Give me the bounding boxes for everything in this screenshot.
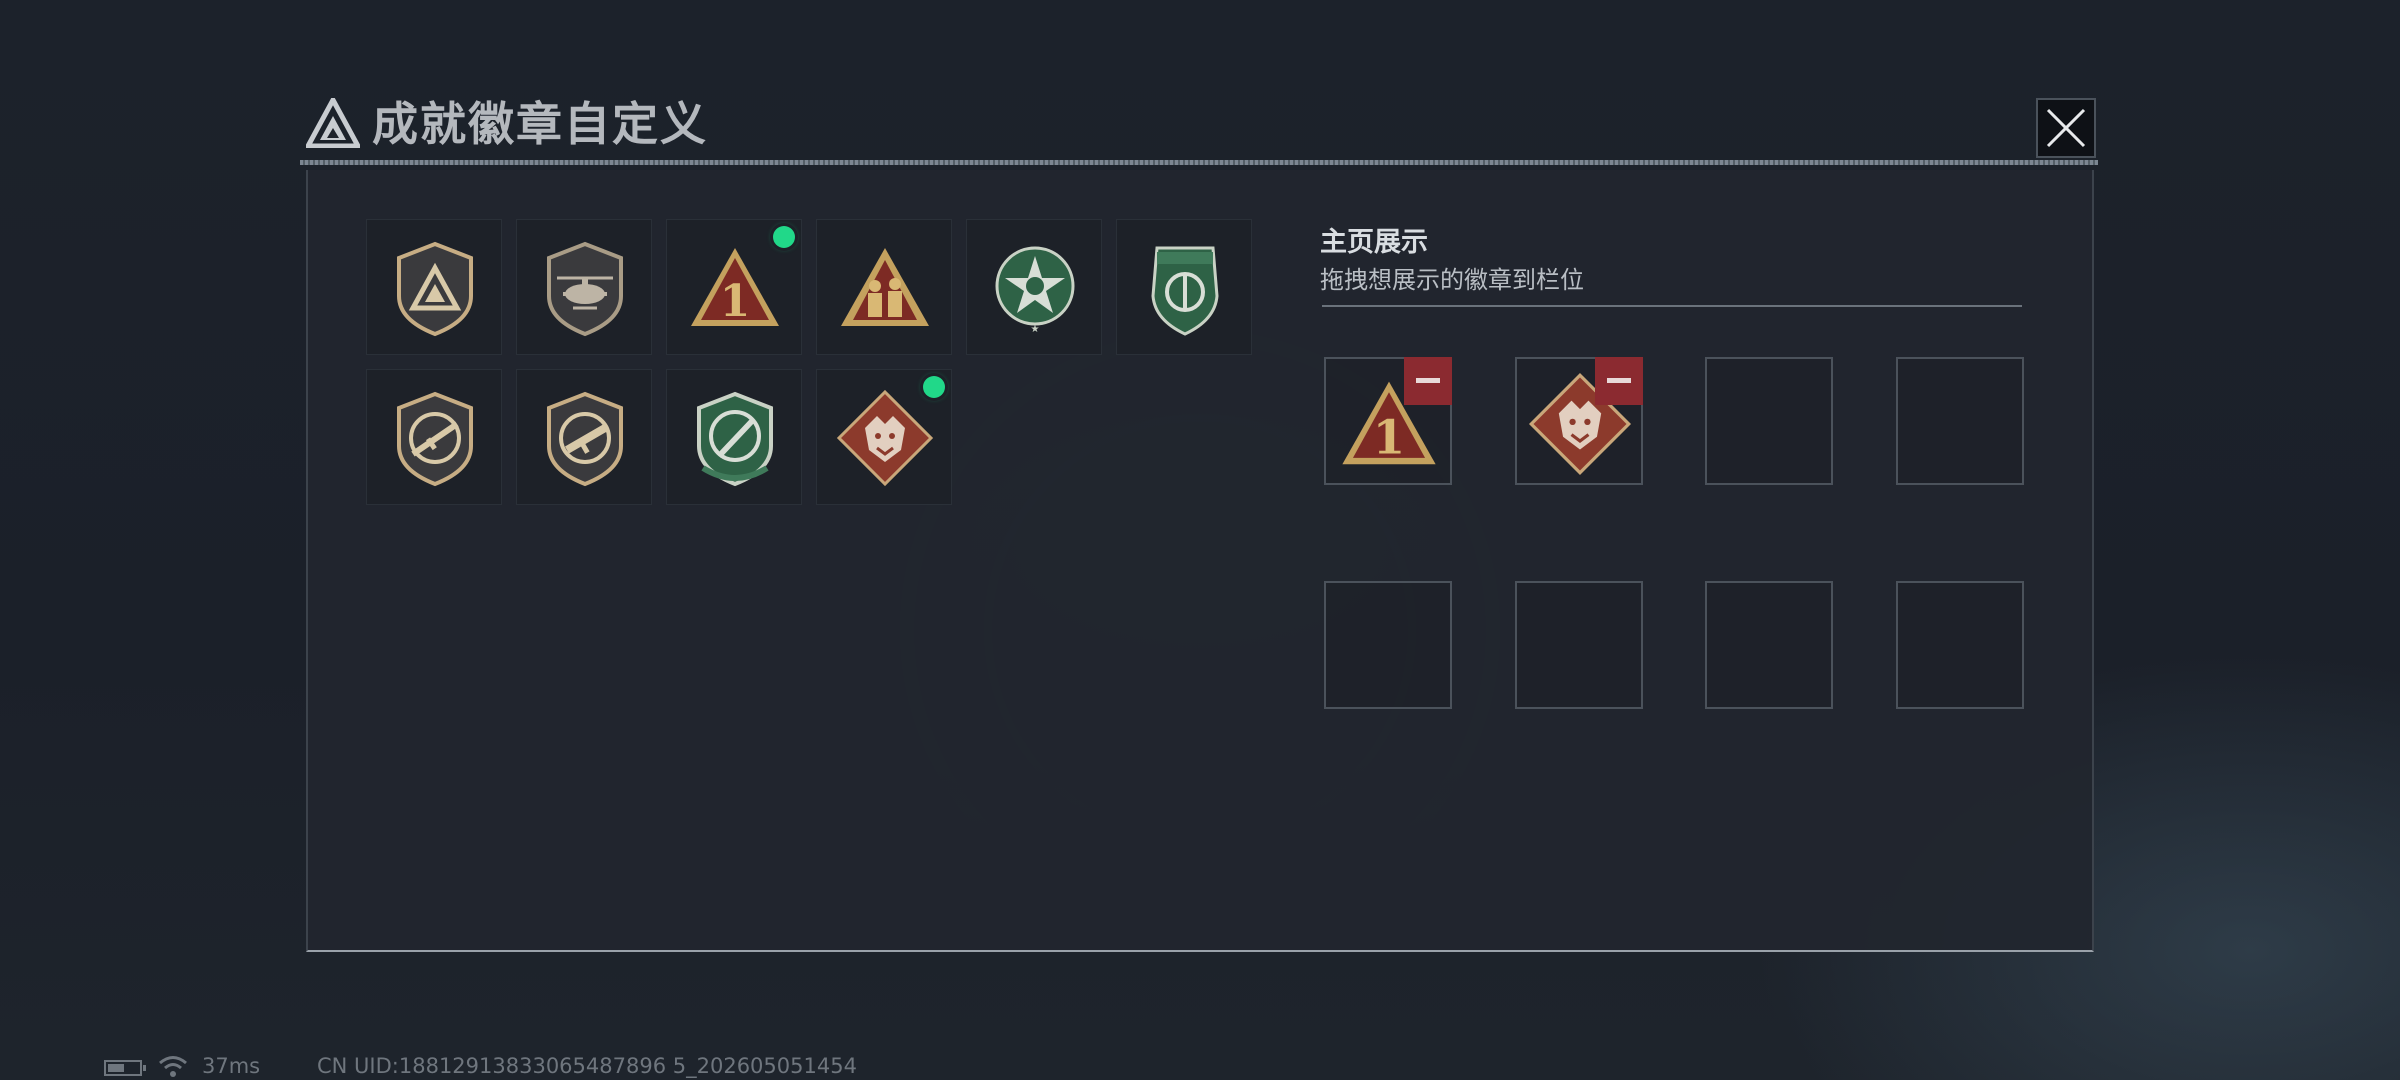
svg-text:1: 1 xyxy=(1373,410,1405,465)
soldiers-triangle-badge-icon xyxy=(841,248,929,326)
window-title-bar: 成就徽章自定义 xyxy=(300,92,2098,166)
showcase-slot-5[interactable] xyxy=(1324,581,1452,709)
badge-cell[interactable]: ★ xyxy=(966,219,1102,355)
svg-text:1: 1 xyxy=(720,276,751,327)
triangle-logo-icon xyxy=(306,98,360,148)
badge-cell[interactable] xyxy=(1116,219,1252,355)
remove-badge-button[interactable] xyxy=(1404,357,1452,405)
svg-text:★: ★ xyxy=(1031,324,1040,335)
green-star-medal-badge-icon: ★ xyxy=(995,246,1075,335)
helicopter-shield-badge-icon xyxy=(547,241,623,337)
showcase-subtitle: 拖拽想展示的徽章到栏位 xyxy=(1320,266,1584,294)
showcase-slot-4[interactable] xyxy=(1896,357,2024,485)
remove-badge-button[interactable] xyxy=(1595,357,1643,405)
showcase-slot-7[interactable] xyxy=(1705,581,1833,709)
close-icon xyxy=(2046,108,2086,148)
badge-cell[interactable] xyxy=(816,369,952,505)
title-divider xyxy=(300,160,2098,165)
badge-cell[interactable] xyxy=(666,369,802,505)
badge-cell[interactable] xyxy=(516,369,652,505)
badge-collection-grid: 1 ★ xyxy=(366,219,1266,505)
badge-cell[interactable] xyxy=(366,219,502,355)
new-indicator xyxy=(773,226,795,248)
battery-icon xyxy=(104,1060,146,1076)
close-button[interactable] xyxy=(2036,98,2096,158)
showcase-slot-2[interactable] xyxy=(1515,357,1643,485)
showcase-divider xyxy=(1322,305,2022,307)
badge-cell[interactable]: 1 xyxy=(666,219,802,355)
showcase-slot-8[interactable] xyxy=(1896,581,2024,709)
badge-cell[interactable] xyxy=(366,369,502,505)
showcase-title: 主页展示 xyxy=(1320,227,1428,258)
triangle-logo-shield-badge-icon xyxy=(397,241,473,337)
smg-crosshair-shield-badge-icon xyxy=(547,391,623,487)
badge-cell[interactable] xyxy=(816,219,952,355)
showcase-slot-3[interactable] xyxy=(1705,357,1833,485)
badge-cell[interactable] xyxy=(516,219,652,355)
page-title: 成就徽章自定义 xyxy=(372,97,708,151)
rifle-crosshair-shield-badge-icon xyxy=(397,391,473,487)
showcase-slot-1[interactable]: 1 xyxy=(1324,357,1452,485)
number-one-triangle-badge-icon: 1 xyxy=(691,248,779,327)
showcase-slot-6[interactable] xyxy=(1515,581,1643,709)
badge-customization-panel: 1 ★ 主页展示 拖拽想展示的徽章到栏位 1 xyxy=(306,170,2094,952)
wifi-icon xyxy=(159,1056,187,1077)
dragon-diamond-badge-icon xyxy=(836,389,934,487)
green-knife-shield-badge-icon xyxy=(697,391,773,487)
new-indicator xyxy=(923,376,945,398)
green-emblem-shield-badge-icon xyxy=(1151,246,1219,336)
ping-text: 37ms xyxy=(202,1054,261,1078)
uid-text: CN UID:18812913833065487896 5_2026050514… xyxy=(317,1054,857,1078)
